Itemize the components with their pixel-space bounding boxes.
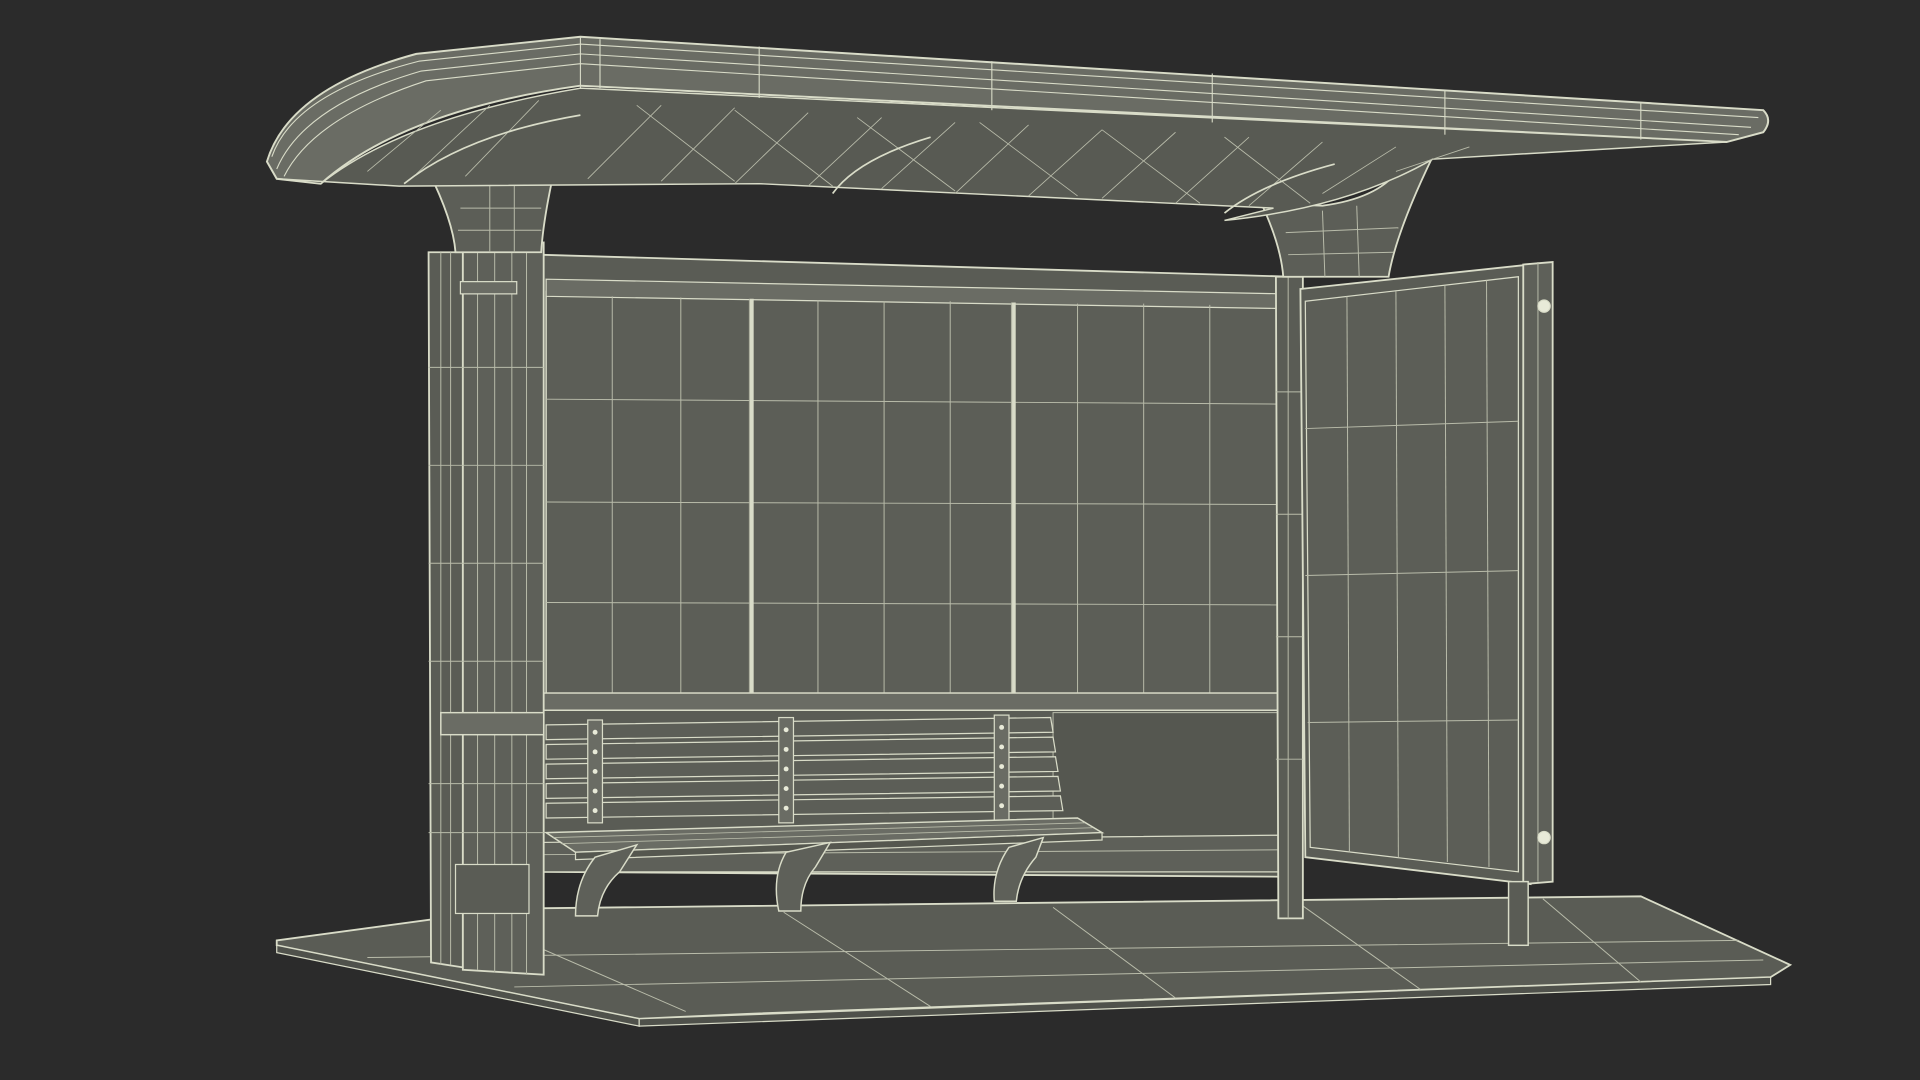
bus-shelter-render	[0, 0, 1920, 1080]
panel-bolt-top	[1537, 299, 1551, 313]
panel-bolt-bottom	[1537, 830, 1551, 845]
render-viewport	[0, 0, 1920, 1080]
left-post	[427, 241, 545, 976]
side-ad-panel	[1299, 261, 1554, 947]
right-rear-post	[1274, 275, 1304, 920]
